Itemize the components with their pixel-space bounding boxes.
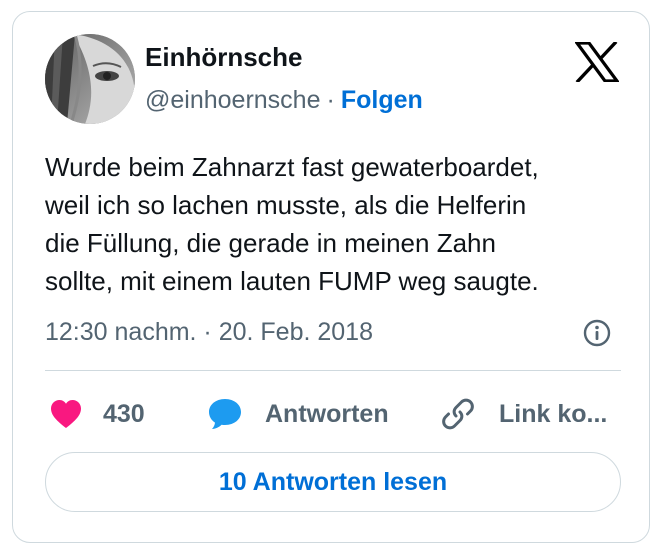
speech-bubble-icon [209,399,241,429]
read-replies-button[interactable]: 10 Antworten lesen [45,452,621,512]
divider [45,370,621,371]
follow-link[interactable]: Folgen [341,86,423,114]
info-icon[interactable] [583,319,611,347]
x-logo-icon[interactable] [573,40,621,84]
author-handle[interactable]: @einhoernsche [145,86,321,114]
author-display-name[interactable]: Einhörnsche [145,42,302,73]
separator-dot: · [326,86,335,114]
tweet-timestamp[interactable]: 12:30 nachm. · 20. Feb. 2018 [45,318,373,347]
avatar[interactable] [45,34,135,124]
copy-link-label: Link ko... [499,399,608,428]
like-button[interactable]: 430 [49,394,145,434]
link-icon [442,398,474,430]
copy-link-button[interactable]: Link ko... [441,394,607,434]
author-handle-row: @einhoernsche · Folgen [145,86,423,115]
avatar-image [45,34,135,124]
heart-icon [51,400,81,428]
tweet-text: Wurde beim Zahnarzt fast gewaterboardet,… [45,152,539,296]
read-replies-label: 10 Antworten lesen [218,467,448,496]
reply-button[interactable]: Antworten [207,394,389,434]
tweet-embed-card: Einhörnsche @einhoernsche · Folgen Wurde b… [12,11,650,543]
like-count: 430 [103,399,145,428]
reply-label: Antworten [265,399,389,428]
